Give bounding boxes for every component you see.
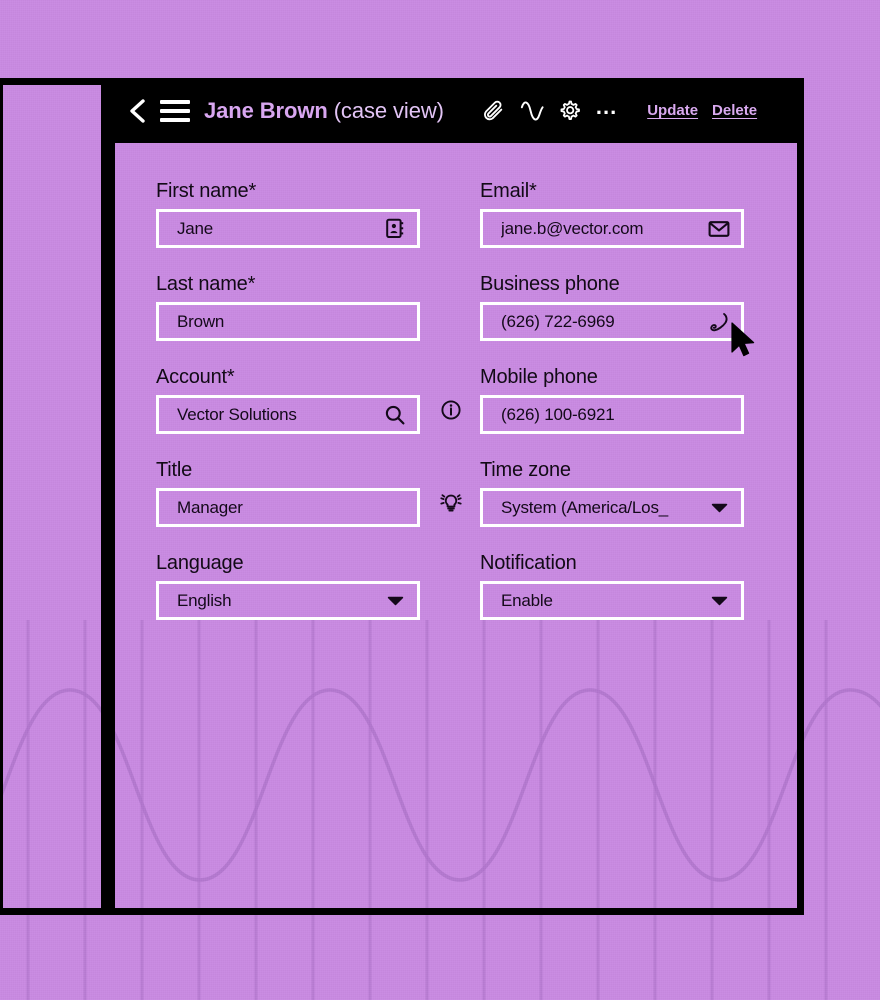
form-grid: First name* Jane Email* jane.b@vector.co… <box>156 180 756 645</box>
field-account: Account* Vector Solutions <box>156 366 461 434</box>
delete-button[interactable]: Delete <box>712 102 757 119</box>
chevron-down-icon[interactable] <box>383 589 407 613</box>
column-gap <box>420 552 480 645</box>
more-options-button[interactable]: ... <box>596 95 617 119</box>
field-last-name: Last name* Brown <box>156 273 420 341</box>
app-header: Jane Brown (case view) ... Update Delete <box>108 78 804 143</box>
title-input[interactable]: Manager <box>156 488 420 527</box>
notification-select[interactable]: Enable <box>480 581 744 620</box>
case-view-window: Jane Brown (case view) ... Update Delete… <box>108 78 804 915</box>
field-value: Jane <box>177 218 214 238</box>
hamburger-menu-button[interactable] <box>160 96 190 126</box>
case-form-body: First name* Jane Email* jane.b@vector.co… <box>108 143 804 915</box>
field-value: Manager <box>177 497 243 517</box>
field-mobile-phone: Mobile phone (626) 100-6921 <box>480 366 744 434</box>
field-label: Time zone <box>480 459 571 481</box>
envelope-icon[interactable] <box>707 217 731 241</box>
column-gap <box>420 273 480 366</box>
activity-wave-button[interactable] <box>520 99 544 123</box>
account-input[interactable]: Vector Solutions <box>156 395 420 434</box>
phone-icon[interactable] <box>707 310 731 334</box>
field-label: Last name* <box>156 273 256 295</box>
field-label: Email* <box>480 180 537 202</box>
field-value: Brown <box>177 311 225 331</box>
field-email: Email* jane.b@vector.com <box>480 180 744 248</box>
page-title-name: Jane Brown <box>204 97 328 123</box>
outer-panel-frame <box>0 78 108 915</box>
page-title-subtitle: (case view) <box>333 97 444 123</box>
field-label: Mobile phone <box>480 366 598 388</box>
hamburger-menu-icon-bar <box>160 99 190 104</box>
field-value: English <box>177 590 232 610</box>
header-icon-group: ... <box>482 95 617 123</box>
first-name-input[interactable]: Jane <box>156 209 420 248</box>
field-value: jane.b@vector.com <box>501 218 644 238</box>
search-icon[interactable] <box>383 403 407 427</box>
back-button[interactable] <box>124 96 150 126</box>
settings-button[interactable] <box>558 99 582 123</box>
email-input[interactable]: jane.b@vector.com <box>480 209 744 248</box>
field-time-zone: Time zone System (America/Los_ <box>480 459 744 527</box>
field-label: Title <box>156 459 193 481</box>
mobile-phone-input[interactable]: (626) 100-6921 <box>480 395 744 434</box>
hamburger-menu-icon-bar <box>160 108 190 113</box>
field-label: Language <box>156 552 244 574</box>
column-gap <box>420 180 480 273</box>
gear-icon <box>560 100 581 120</box>
business-phone-input[interactable]: (626) 722-6969 <box>480 302 744 341</box>
field-value: Enable <box>501 590 553 610</box>
attachment-icon <box>483 100 503 120</box>
update-button[interactable]: Update <box>647 102 698 119</box>
language-select[interactable]: English <box>156 581 420 620</box>
activity-wave-icon <box>520 101 544 120</box>
field-label: Account* <box>156 366 235 388</box>
header-actions: Update Delete <box>647 102 757 119</box>
chevron-left-icon <box>130 98 145 123</box>
contact-card-icon[interactable] <box>383 217 407 241</box>
hamburger-menu-icon-bar <box>160 117 190 122</box>
field-value: (626) 100-6921 <box>501 404 615 424</box>
field-value: (626) 722-6969 <box>501 311 615 331</box>
info-icon[interactable] <box>438 397 464 423</box>
field-title: Title Manager <box>156 459 462 527</box>
chevron-down-icon[interactable] <box>707 496 731 520</box>
field-value: System (America/Los_ <box>501 497 668 517</box>
field-notification: Notification Enable <box>480 552 744 620</box>
field-label: Notification <box>480 552 577 574</box>
page-title: Jane Brown (case view) <box>204 98 444 124</box>
field-label: First name* <box>156 180 257 202</box>
field-value: Vector Solutions <box>177 404 297 424</box>
chevron-down-icon[interactable] <box>707 589 731 613</box>
field-label: Business phone <box>480 273 620 295</box>
lightbulb-icon[interactable] <box>438 490 464 516</box>
field-first-name: First name* Jane <box>156 180 420 248</box>
attachment-button[interactable] <box>482 99 506 123</box>
field-language: Language English <box>156 552 420 620</box>
last-name-input[interactable]: Brown <box>156 302 420 341</box>
field-business-phone: Business phone (626) 722-6969 <box>480 273 744 341</box>
time-zone-select[interactable]: System (America/Los_ <box>480 488 744 527</box>
